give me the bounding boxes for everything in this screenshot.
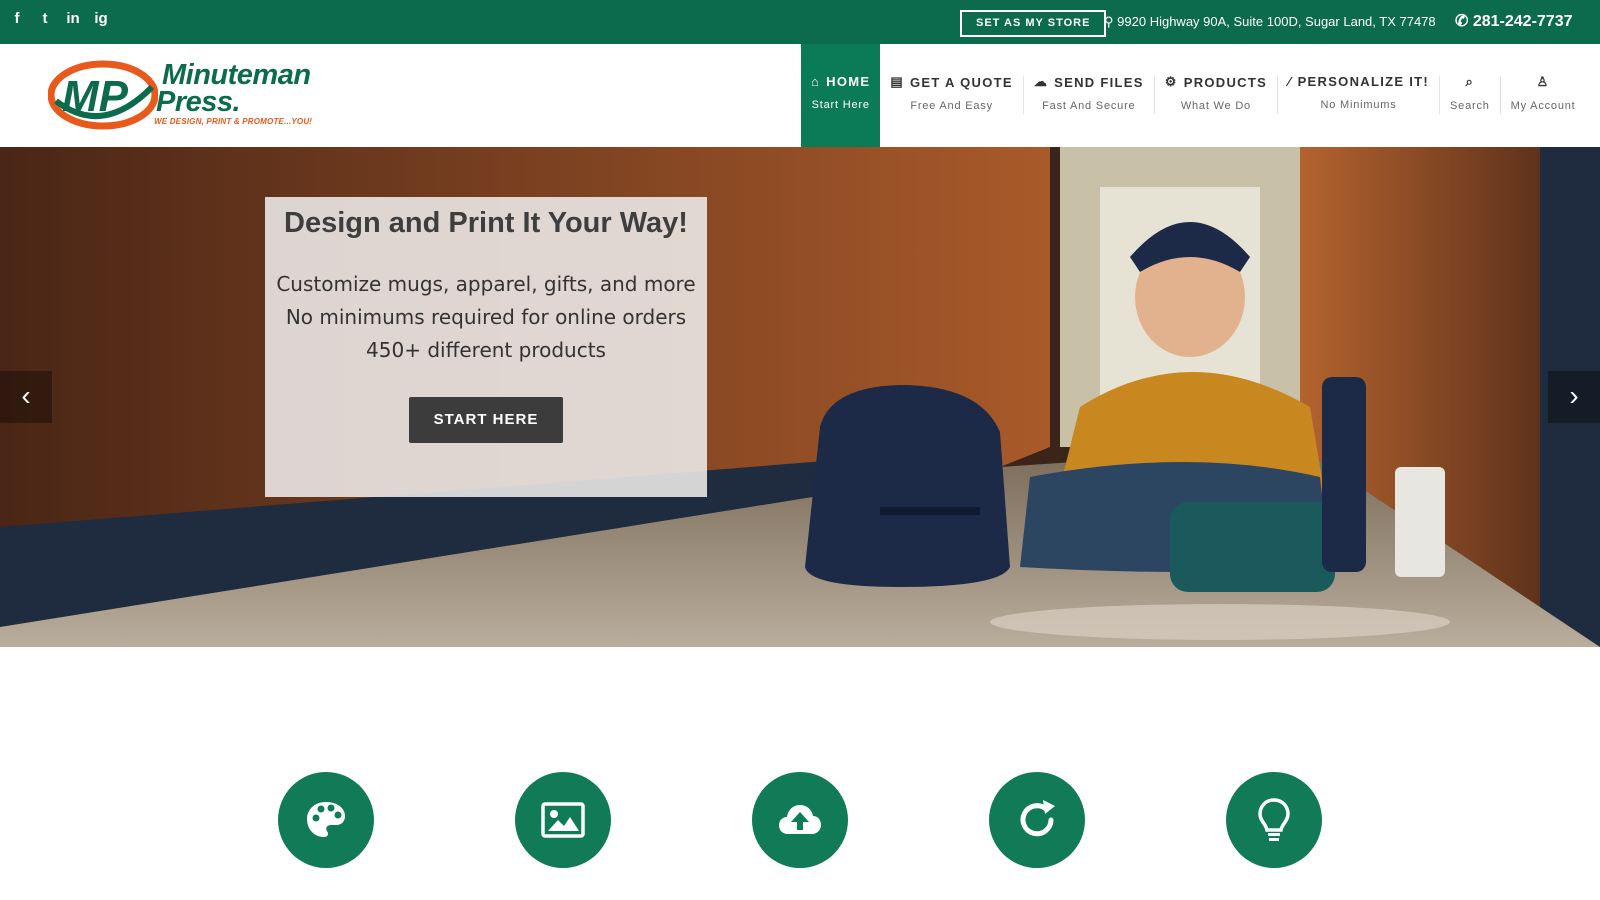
nav-personalize-it[interactable]: ⁄ PERSONALIZE IT! No Minimums	[1278, 44, 1439, 147]
hero-line: 450+ different products	[366, 338, 606, 362]
hero-line: Customize mugs, apparel, gifts, and more	[276, 272, 696, 296]
chevron-left-icon: ‹	[21, 380, 31, 411]
lightbulb-icon	[1258, 798, 1290, 841]
image-icon	[541, 802, 585, 838]
cloud-upload-icon	[779, 805, 821, 834]
palette-icon	[307, 802, 345, 837]
nav-home-label: HOME	[826, 74, 871, 89]
nav-search[interactable]: ⌕ Search	[1440, 44, 1500, 147]
nav-search-sub: Search	[1450, 100, 1490, 112]
nav-send-files-sub: Fast And Secure	[1042, 100, 1136, 112]
feature-upload[interactable]	[752, 772, 848, 868]
nav-get-a-quote[interactable]: ▤ GET A QUOTE Free And Easy	[880, 44, 1023, 147]
nav-home[interactable]: ⌂ HOME Start Here	[801, 44, 881, 147]
hero-background-image	[0, 147, 1600, 647]
main-nav: ⌂ HOME Start Here ▤ GET A QUOTE Free And E…	[801, 44, 1586, 147]
feature-images[interactable]	[515, 772, 611, 868]
document-icon: ▤	[890, 74, 904, 89]
set-as-my-store-button[interactable]: SET AS MY STORE	[960, 10, 1107, 37]
hero-line: No minimums required for online orders	[285, 305, 687, 329]
search-icon: ⌕	[1465, 74, 1475, 89]
map-marker-icon: ⚲	[1104, 14, 1114, 29]
hero-card: Design and Print It Your Way! Customize …	[265, 197, 707, 497]
nav-my-account[interactable]: ♙ My Account	[1501, 44, 1586, 147]
feature-icons-row	[0, 772, 1600, 868]
nav-products[interactable]: ⚙ PRODUCTS What We Do	[1155, 44, 1277, 147]
gears-icon: ⚙	[1164, 74, 1178, 89]
site-header: MP Minuteman Press. WE DESIGN, PRINT & P…	[0, 44, 1600, 147]
nav-personalize-sub: No Minimums	[1320, 99, 1397, 111]
slider-prev-button[interactable]: ‹	[0, 371, 52, 423]
nav-personalize-label: PERSONALIZE IT!	[1297, 74, 1430, 89]
phone-icon: ✆	[1455, 13, 1469, 30]
nav-quote-label: GET A QUOTE	[909, 74, 1013, 90]
svg-text:MP: MP	[62, 72, 129, 121]
phone-number: 281-242-7737	[1472, 13, 1573, 30]
cloud-upload-icon: ☁	[1033, 74, 1049, 89]
top-bar: f t in ig SET AS MY STORE ⚲ 9920 Highway…	[0, 0, 1600, 44]
address-text: 9920 Highway 90A, Suite 100D, Sugar Land…	[1117, 14, 1436, 29]
feature-reorder[interactable]	[989, 772, 1085, 868]
nav-send-files[interactable]: ☁ SEND FILES Fast And Secure	[1024, 44, 1154, 147]
logo-text-press: Press.	[156, 86, 241, 118]
nav-account-sub: My Account	[1510, 100, 1576, 112]
refresh-icon	[1020, 800, 1055, 837]
linkedin-icon[interactable]: in	[64, 10, 82, 28]
hero-text: Customize mugs, apparel, gifts, and more…	[265, 268, 707, 367]
nav-send-files-label: SEND FILES	[1054, 74, 1144, 90]
minuteman-press-logo[interactable]: MP Minuteman Press. WE DESIGN, PRINT & P…	[48, 59, 320, 130]
nav-quote-sub: Free And Easy	[910, 100, 993, 112]
chevron-right-icon: ›	[1569, 380, 1579, 411]
twitter-icon[interactable]: t	[36, 10, 54, 28]
social-links: f t in ig	[8, 10, 110, 28]
instagram-icon[interactable]: ig	[92, 10, 110, 28]
slider-next-button[interactable]: ›	[1548, 371, 1600, 423]
logo-mark: MP	[48, 60, 158, 130]
feature-ideas[interactable]	[1226, 772, 1322, 868]
nav-products-label: PRODUCTS	[1183, 74, 1268, 90]
start-here-button[interactable]: START HERE	[409, 397, 563, 443]
feature-design[interactable]	[278, 772, 374, 868]
facebook-icon[interactable]: f	[8, 10, 26, 28]
logo-tagline: WE DESIGN, PRINT & PROMOTE...YOU!	[154, 117, 313, 126]
store-phone[interactable]: ✆ 281-242-7737	[1455, 11, 1573, 31]
hero-slider: Design and Print It Your Way! Customize …	[0, 147, 1600, 647]
hero-title: Design and Print It Your Way!	[284, 207, 688, 239]
nav-home-sub: Start Here	[811, 99, 870, 111]
nav-products-sub: What We Do	[1180, 100, 1251, 112]
store-address[interactable]: ⚲ 9920 Highway 90A, Suite 100D, Sugar La…	[1104, 14, 1436, 30]
magic-wand-icon: ⁄	[1288, 74, 1292, 89]
user-icon: ♙	[1536, 74, 1550, 89]
home-icon: ⌂	[811, 74, 821, 89]
